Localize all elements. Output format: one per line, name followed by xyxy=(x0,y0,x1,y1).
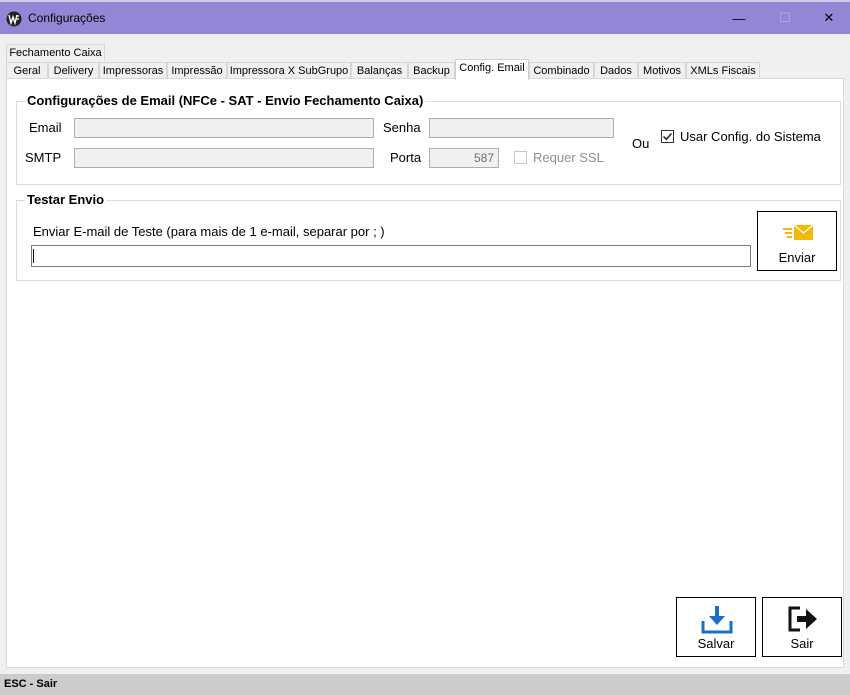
tab-xmls-fiscais[interactable]: XMLs Fiscais xyxy=(686,62,760,79)
tab-config-email[interactable]: Config. Email xyxy=(455,59,529,80)
tab-impressao[interactable]: Impressão xyxy=(167,62,227,79)
maximize-button[interactable]: ☐ xyxy=(762,2,808,34)
email-field[interactable] xyxy=(74,118,374,138)
usar-config-sistema-checkbox[interactable] xyxy=(661,130,674,143)
text-cursor xyxy=(33,249,34,263)
salvar-button-label: Salvar xyxy=(697,636,735,651)
client-area: Fechamento Caixa Geral Delivery Impresso… xyxy=(0,34,850,674)
window-title: Configurações xyxy=(28,11,106,25)
usar-config-sistema-label: Usar Config. do Sistema xyxy=(680,129,821,144)
smtp-field[interactable] xyxy=(74,148,374,168)
porta-field[interactable]: 587 xyxy=(429,148,499,168)
test-email-input[interactable] xyxy=(31,245,751,267)
senha-label: Senha xyxy=(383,120,421,135)
requer-ssl-label: Requer SSL xyxy=(533,150,604,165)
email-config-group-title: Configurações de Email (NFCe - SAT - Env… xyxy=(25,93,426,108)
enviar-button[interactable]: Enviar xyxy=(757,211,837,271)
smtp-label: SMTP xyxy=(25,150,62,165)
tab-impressora-subgrupo[interactable]: Impressora X SubGrupo xyxy=(227,62,351,79)
tab-geral[interactable]: Geral xyxy=(6,62,48,79)
tab-backup[interactable]: Backup xyxy=(408,62,455,79)
test-send-group-title: Testar Envio xyxy=(25,192,107,207)
tab-balancas[interactable]: Balanças xyxy=(351,62,408,79)
salvar-button[interactable]: Salvar xyxy=(676,597,756,657)
ou-label: Ou xyxy=(632,136,650,151)
tab-combinado[interactable]: Combinado xyxy=(529,62,594,79)
status-bar: ESC - Sair xyxy=(0,674,850,695)
sair-button[interactable]: Sair xyxy=(762,597,842,657)
tab-dados[interactable]: Dados xyxy=(594,62,638,79)
title-bar: Configurações — ☐ ✕ xyxy=(0,0,850,34)
tab-motivos[interactable]: Motivos xyxy=(638,62,686,79)
sair-button-label: Sair xyxy=(790,636,814,651)
enviar-button-label: Enviar xyxy=(778,250,816,265)
close-button[interactable]: ✕ xyxy=(806,2,850,34)
tab-impressoras[interactable]: Impressoras xyxy=(99,62,167,79)
test-instruction-label: Enviar E-mail de Teste (para mais de 1 e… xyxy=(33,224,385,239)
save-download-icon xyxy=(701,606,733,634)
minimize-button[interactable]: — xyxy=(716,2,762,34)
porta-label: Porta xyxy=(390,150,422,165)
email-config-group: Configurações de Email (NFCe - SAT - Env… xyxy=(16,93,841,185)
app-logo-icon xyxy=(6,11,22,27)
tab-page-config-email: Configurações de Email (NFCe - SAT - Env… xyxy=(6,78,844,668)
tab-fechamento-caixa[interactable]: Fechamento Caixa xyxy=(6,44,105,61)
test-send-group: Testar Envio Enviar E-mail de Teste (par… xyxy=(16,192,841,281)
envelope-send-icon xyxy=(783,224,814,240)
checkmark-icon xyxy=(662,132,673,141)
tab-delivery[interactable]: Delivery xyxy=(48,62,99,79)
requer-ssl-checkbox[interactable] xyxy=(514,151,527,164)
email-label: Email xyxy=(29,120,62,135)
exit-icon xyxy=(788,606,817,632)
senha-field[interactable] xyxy=(429,118,614,138)
